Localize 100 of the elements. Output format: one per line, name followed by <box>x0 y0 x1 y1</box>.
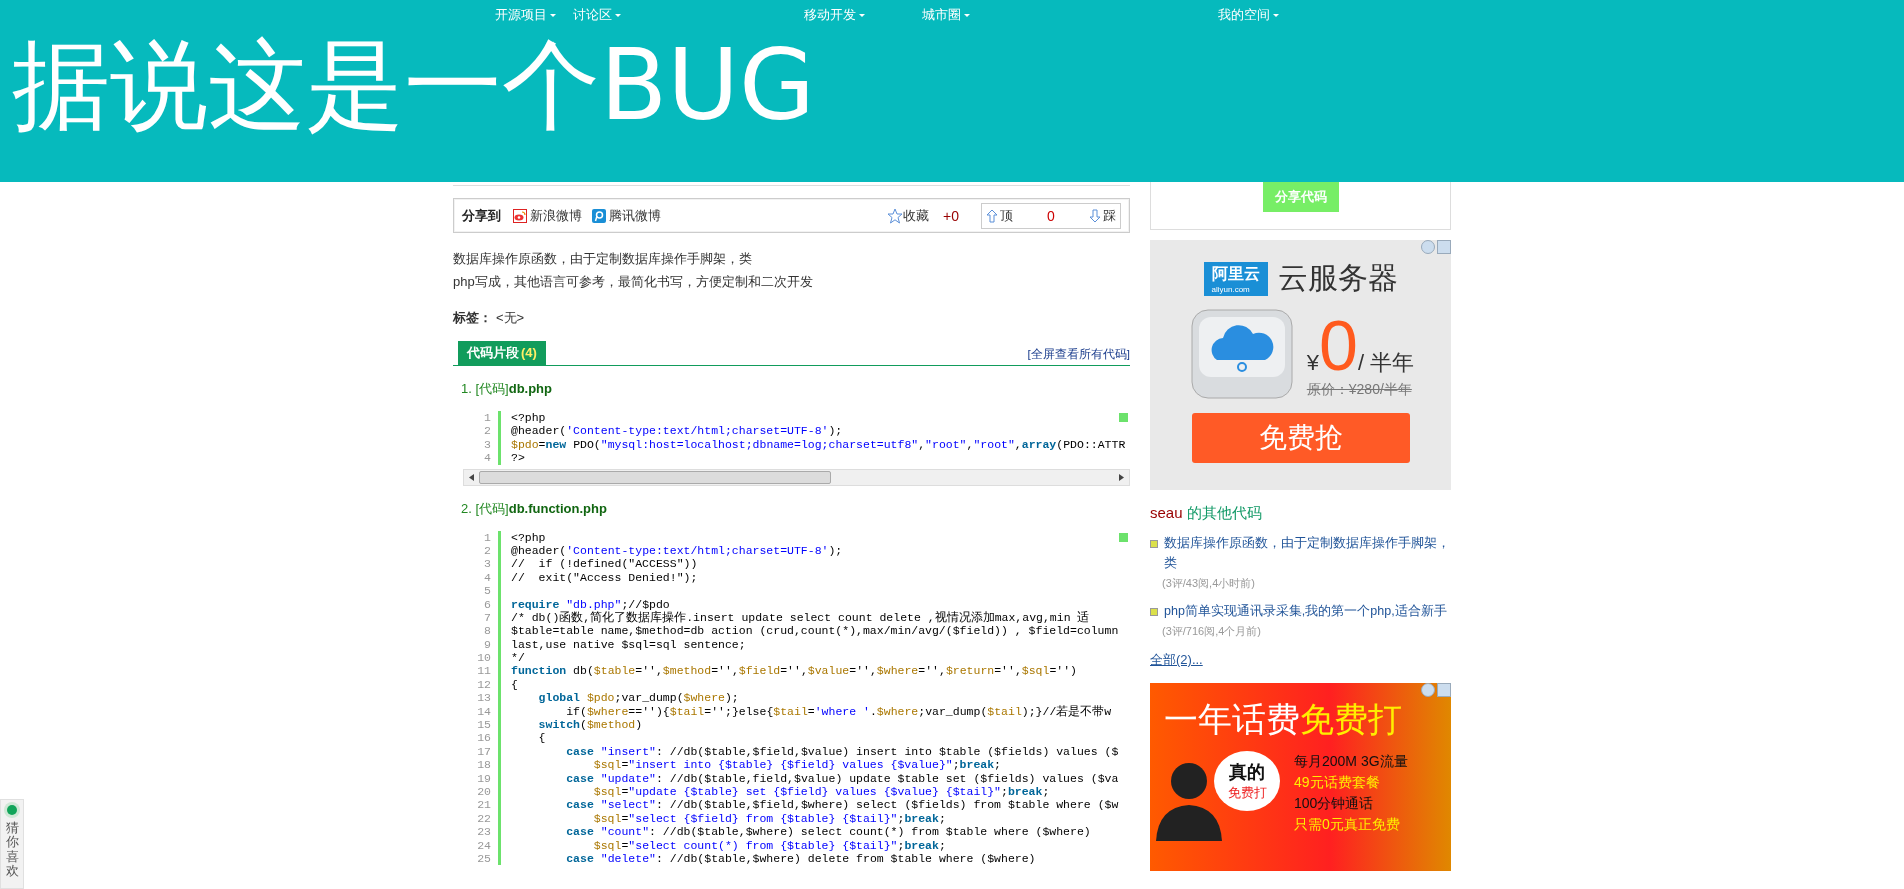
line-number: 5 <box>463 584 501 598</box>
recommend-widget[interactable]: 猜你喜欢 <box>0 799 24 889</box>
cloud-server-ad[interactable]: 阿里云 aliyun.com 云服务器 ¥0/ 半年 原价：¥280/半年 免费抢 <box>1150 240 1451 490</box>
code-line: $sql="update {$table} set {$field} values {$value} {$tail}";break; <box>592 785 1050 799</box>
ad-headline: 云服务器 <box>1277 260 1398 296</box>
line-number: 6 <box>463 597 501 611</box>
line-number: 17 <box>463 744 501 759</box>
code-line: ?> <box>510 451 525 465</box>
code-link[interactable]: 数据库操作原函数，由于定制数据库操作手脚架，类 <box>1164 533 1451 573</box>
ad-text: 49元话费套餐 <box>1294 773 1381 792</box>
star-icon <box>887 207 904 224</box>
line-number: 13 <box>463 691 501 705</box>
code-line: function db($table='',$method='',$field='',$value='',$where='',$return='',$sql='') <box>510 664 1077 678</box>
line-number: 14 <box>463 704 501 719</box>
status-dot-icon <box>7 805 17 815</box>
recommend-label: 猜你喜欢 <box>5 821 19 879</box>
line-number: 20 <box>463 785 501 799</box>
tags-label: 标签： <box>453 310 492 325</box>
code-line: if($where==''){$tail='';}else{$tail='where '.$where;var_dump($tail);}//若是不带w <box>565 704 1112 719</box>
code-link[interactable]: php简单实现通讯录采集,我的第一个php,适合新手 <box>1164 601 1447 621</box>
code-line: // exit("Access Denied!"); <box>510 570 698 585</box>
original-price: 原价：¥280/半年 <box>1306 381 1413 399</box>
line-number: 16 <box>463 731 501 745</box>
code-line: switch($method) <box>537 718 643 732</box>
user-link[interactable]: seau <box>1150 504 1183 521</box>
phone-plan-ad[interactable]: 一年话费免费打 真的 免费打 每月200M 3G流量 49元话费套餐 100分钟通话 只需0元真正免费 <box>1150 683 1451 871</box>
downvote-button[interactable]: 踩 <box>1089 206 1116 225</box>
ad-headline: 一年话费免费打 <box>1164 699 1402 740</box>
line-number: 18 <box>463 758 501 772</box>
share-link[interactable]: 腾讯微博 <box>592 206 661 225</box>
favorite-link[interactable]: 收藏 <box>887 206 930 225</box>
line-number: 21 <box>463 798 501 812</box>
line-number: 9 <box>463 637 501 652</box>
code-line: @header('Content-type:text/html;charset=UTF-8'); <box>510 543 843 558</box>
share-label: 分享到 <box>462 206 501 225</box>
code-line: $table=table name,$method=db action (crud,count(*),max/min/avg/($field)) , $field=column <box>510 624 1119 638</box>
speech-bubble: 真的 免费打 <box>1214 751 1280 811</box>
fullscreen-link[interactable]: [全屏查看所有代码] <box>1027 347 1130 362</box>
bullet-icon <box>1150 540 1158 548</box>
code-line: global $pdo;var_dump($where); <box>537 691 739 705</box>
code-meta: (3评/43阅,4小时前) <box>1161 576 1256 591</box>
code-line: { <box>537 731 546 745</box>
line-number: 19 <box>463 771 501 785</box>
snippet-title: 1. [代码]db.php <box>461 380 553 398</box>
upvote-button[interactable]: 顶 <box>986 206 1013 225</box>
scroll-right-icon[interactable] <box>1119 473 1124 481</box>
code-line: @header('Content-type:text/html;charset=UTF-8'); <box>510 424 843 438</box>
code-line: case "count": //db($table,$where) select count(*) from $table where ($where) <box>565 825 1091 839</box>
line-number: 4 <box>463 451 501 465</box>
description-text: 数据库操作原函数，由于定制数据库操作手脚架，类 <box>453 250 753 268</box>
line-number: 10 <box>463 651 501 665</box>
horizontal-scrollbar[interactable] <box>463 468 1130 486</box>
all-codes-link[interactable]: 全部(2)... <box>1150 651 1203 669</box>
price-period: / 半年 <box>1357 350 1415 377</box>
ad-text: 100分钟通话 <box>1294 794 1375 813</box>
ad-text: 只需0元真正免费 <box>1294 815 1401 834</box>
code-line: <?php <box>510 530 546 544</box>
line-number: 12 <box>463 677 501 692</box>
code-line: /* db()函数,简化了数据库操作.insert update select count delete ,视情况添加max,avg,min 适 <box>510 610 1090 625</box>
close-icon[interactable] <box>1437 683 1451 697</box>
info-icon[interactable] <box>1421 240 1435 254</box>
code-line: $sql="select {$field} from {$table} {$tail}";break; <box>592 811 946 826</box>
snippet-title: 2. [代码]db.function.php <box>461 499 608 518</box>
arrow-down-icon <box>1089 208 1101 223</box>
currency-sign: ¥ <box>1306 350 1320 376</box>
section-heading: 的其他代码 <box>1186 504 1262 521</box>
code-line: $pdo=new PDO("mysql:host=localhost;dbname=log;charset=utf8","root","root",array(PDO::ATTR <box>510 437 1126 452</box>
code-line: last,use native $sql=sql sentence; <box>510 637 746 652</box>
tags-value: <无> <box>496 310 525 325</box>
info-icon[interactable] <box>1421 683 1435 697</box>
code-line: case "delete": //db($table,$where) delete from $table where ($where) <box>565 851 1036 866</box>
line-number: 1 <box>463 530 501 544</box>
description-text: php写成，其他语言可参考，最简化书写，方便定制和二次开发 <box>453 273 814 291</box>
code-line: $sql="insert into {$table} {$field} values {$value}";break; <box>592 758 1001 772</box>
close-icon[interactable] <box>1437 240 1451 254</box>
arrow-up-icon <box>986 208 998 223</box>
line-number: 3 <box>463 557 501 571</box>
line-number: 23 <box>463 825 501 839</box>
code-meta: (3评/716阅,4个月前) <box>1161 624 1263 639</box>
code-line: $sql="select count(*) from {$table} {$tail}";break; <box>592 838 946 852</box>
caption-title: 据说这是一个BUG <box>12 30 815 140</box>
code-line: case "update": //db($table,field,$value) update $table set ($fields) values ($va <box>565 771 1119 785</box>
line-number: 24 <box>463 838 501 852</box>
code-snippets-tab[interactable]: 代码片段(4) <box>458 341 546 365</box>
line-number: 1 <box>463 411 501 425</box>
code-line: case "insert": //db($table,$field,$value) insert into $table ($fields) values ($ <box>565 744 1119 759</box>
favorite-count: +0 <box>943 207 959 224</box>
line-number: 2 <box>463 424 501 438</box>
line-number: 8 <box>463 624 501 638</box>
line-number: 22 <box>463 811 501 826</box>
logo: 阿里云 aliyun.com <box>1203 261 1268 296</box>
code-line: // if (!defined("ACCESS")) <box>510 557 698 571</box>
share-link[interactable]: 新浪微博 <box>513 206 582 225</box>
ad-text: 每月200M 3G流量 <box>1294 752 1408 771</box>
code-line: <?php <box>510 411 546 425</box>
line-number: 3 <box>463 437 501 452</box>
line-number: 2 <box>463 543 501 558</box>
line-number: 25 <box>463 851 501 866</box>
vote-count: 0 <box>1047 207 1055 224</box>
scroll-left-icon[interactable] <box>469 473 474 481</box>
